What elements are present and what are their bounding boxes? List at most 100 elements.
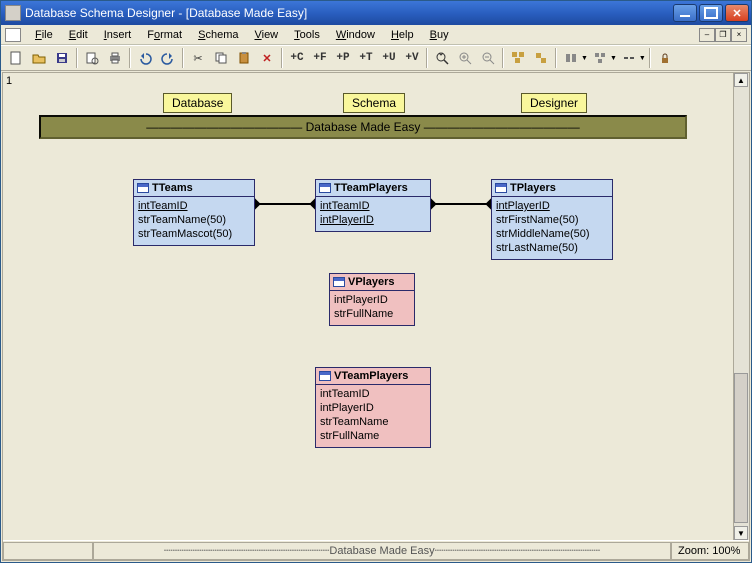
canvas-wrap: 1 Database Schema Designer —————————————… <box>3 73 749 540</box>
toolbar-separator <box>426 48 428 68</box>
scroll-thumb[interactable] <box>734 373 748 523</box>
align-button[interactable] <box>560 48 582 68</box>
column: strFirstName(50) <box>496 213 608 227</box>
add-v-button[interactable]: +V <box>401 48 423 68</box>
add-u-button[interactable]: +U <box>378 48 400 68</box>
table-header: TTeams <box>134 180 254 197</box>
delete-button[interactable]: ✕ <box>256 48 278 68</box>
table-header: TTeamPlayers <box>316 180 430 197</box>
column: intTeamID <box>320 199 426 213</box>
menu-view[interactable]: View <box>246 27 286 43</box>
new-button[interactable] <box>5 48 27 68</box>
column: intPlayerID <box>320 401 426 415</box>
mdi-minimize-button[interactable]: – <box>699 28 715 42</box>
link-dropdown-icon[interactable]: ▼ <box>639 55 646 62</box>
view-vplayers[interactable]: VPlayers intPlayerID strFullName <box>329 273 415 326</box>
titlebar: Database Schema Designer - [Database Mad… <box>1 1 751 25</box>
mdi-close-button[interactable]: × <box>731 28 747 42</box>
view-header: VTeamPlayers <box>316 368 430 385</box>
row-number: 1 <box>6 75 12 87</box>
column: strLastName(50) <box>496 241 608 255</box>
status-message: ┄┄┄┄┄┄┄┄┄┄┄┄┄┄┄┄┄┄┄┄┄┄┄┄┄ Database Made … <box>93 542 671 560</box>
menu-tools[interactable]: Tools <box>286 27 328 43</box>
align-dropdown-icon[interactable]: ▼ <box>581 55 588 62</box>
tag-database[interactable]: Database <box>163 93 232 113</box>
relation-line[interactable] <box>253 203 315 205</box>
diagram-canvas[interactable]: 1 Database Schema Designer —————————————… <box>3 73 733 540</box>
cut-button[interactable]: ✂ <box>187 48 209 68</box>
view-title: VTeamPlayers <box>334 370 408 382</box>
menu-window[interactable]: Window <box>328 27 383 43</box>
toolbar: ✂ ✕ +C +F +P +T +U +V ▼ ▼ ▼ <box>1 45 751 71</box>
tag-designer[interactable]: Designer <box>521 93 587 113</box>
open-button[interactable] <box>28 48 50 68</box>
distribute-dropdown-icon[interactable]: ▼ <box>610 55 617 62</box>
print-button[interactable] <box>104 48 126 68</box>
column: intPlayerID <box>320 213 426 227</box>
mdi-restore-button[interactable]: ❐ <box>715 28 731 42</box>
statusbar: ┄┄┄┄┄┄┄┄┄┄┄┄┄┄┄┄┄┄┄┄┄┄┄┄┄ Database Made … <box>3 540 749 560</box>
column: strFullName <box>334 307 410 321</box>
column: strTeamMascot(50) <box>138 227 250 241</box>
toolbar-separator <box>502 48 504 68</box>
menu-buy[interactable]: Buy <box>422 27 457 43</box>
menu-insert[interactable]: Insert <box>96 27 140 43</box>
zoom-out-button[interactable] <box>477 48 499 68</box>
column: strTeamName(50) <box>138 213 250 227</box>
relation-line[interactable] <box>429 203 491 205</box>
maximize-button[interactable] <box>699 4 723 22</box>
banner[interactable]: ————————————— Database Made Easy ———————… <box>39 115 687 139</box>
table-icon <box>495 183 507 193</box>
toolbar-separator <box>76 48 78 68</box>
zoom-tool-button[interactable] <box>431 48 453 68</box>
copy-button[interactable] <box>210 48 232 68</box>
menu-edit[interactable]: Edit <box>61 27 96 43</box>
table-icon <box>137 183 149 193</box>
scroll-up-button[interactable]: ▲ <box>734 73 748 87</box>
toolbar-separator <box>281 48 283 68</box>
menu-file[interactable]: File <box>27 27 61 43</box>
column: strFullName <box>320 429 426 443</box>
document-icon[interactable] <box>5 28 21 42</box>
tag-schema[interactable]: Schema <box>343 93 405 113</box>
print-preview-button[interactable] <box>81 48 103 68</box>
zoom-in-button[interactable] <box>454 48 476 68</box>
add-p-button[interactable]: +P <box>332 48 354 68</box>
menu-help[interactable]: Help <box>383 27 422 43</box>
link-button[interactable] <box>618 48 640 68</box>
undo-button[interactable] <box>134 48 156 68</box>
table-header: TPlayers <box>492 180 612 197</box>
table-columns: intTeamID intPlayerID <box>316 197 430 231</box>
menu-schema[interactable]: Schema <box>190 27 246 43</box>
table-title: TTeamPlayers <box>334 182 408 194</box>
view-vteamplayers[interactable]: VTeamPlayers intTeamID intPlayerID strTe… <box>315 367 431 448</box>
group-button[interactable] <box>530 48 552 68</box>
arrange-button[interactable] <box>507 48 529 68</box>
view-header: VPlayers <box>330 274 414 291</box>
table-tplayers[interactable]: TPlayers intPlayerID strFirstName(50) st… <box>491 179 613 260</box>
paste-button[interactable] <box>233 48 255 68</box>
redo-button[interactable] <box>157 48 179 68</box>
menu-format[interactable]: Format <box>139 27 190 43</box>
add-t-button[interactable]: +T <box>355 48 377 68</box>
add-f-button[interactable]: +F <box>309 48 331 68</box>
window-title: Database Schema Designer - [Database Mad… <box>25 6 673 20</box>
lock-button[interactable] <box>654 48 676 68</box>
minimize-button[interactable] <box>673 4 697 22</box>
app-window: Database Schema Designer - [Database Mad… <box>0 0 752 563</box>
view-icon <box>333 277 345 287</box>
app-icon <box>5 5 21 21</box>
status-text: Database Made Easy <box>329 545 434 557</box>
toolbar-separator <box>555 48 557 68</box>
distribute-button[interactable] <box>589 48 611 68</box>
vertical-scrollbar[interactable]: ▲ ▼ <box>733 73 749 540</box>
save-button[interactable] <box>51 48 73 68</box>
close-button[interactable] <box>725 4 749 22</box>
scroll-down-button[interactable]: ▼ <box>734 526 748 540</box>
status-left <box>3 542 93 560</box>
table-columns: intTeamID strTeamName(50) strTeamMascot(… <box>134 197 254 245</box>
table-title: TPlayers <box>510 182 556 194</box>
table-tteamplayers[interactable]: TTeamPlayers intTeamID intPlayerID <box>315 179 431 232</box>
add-c-button[interactable]: +C <box>286 48 308 68</box>
table-tteams[interactable]: TTeams intTeamID strTeamName(50) strTeam… <box>133 179 255 246</box>
